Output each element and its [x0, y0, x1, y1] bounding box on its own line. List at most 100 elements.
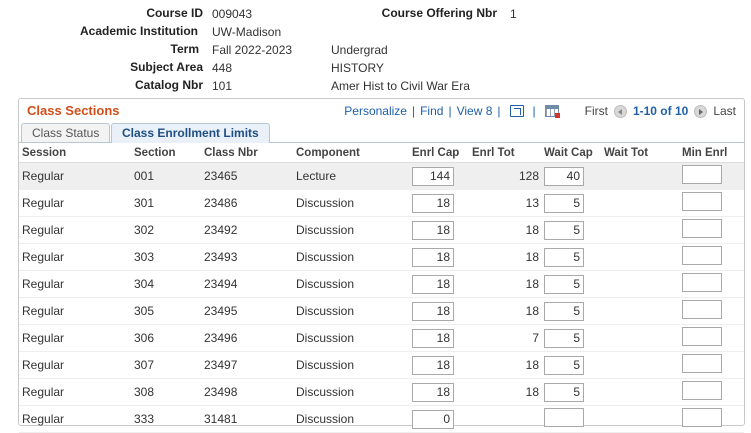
min-enrl-input[interactable] — [682, 327, 722, 346]
download-icon[interactable] — [509, 105, 524, 117]
enrl-cap-cell: 0 — [409, 405, 469, 433]
wait-cap-cell: 5 — [541, 243, 601, 271]
session-cell-text: Regular — [22, 412, 65, 426]
wait-cap-input[interactable]: 5 — [544, 328, 584, 348]
enrl-cap-input[interactable]: 18 — [412, 355, 454, 375]
component-cell-text: Lecture — [296, 169, 337, 183]
col-enrl-tot[interactable]: Enrl Tot — [469, 144, 541, 163]
grid-navigation-bar: Personalize | Find | View 8 | | First 1-… — [344, 103, 736, 119]
last-link[interactable]: Last — [713, 104, 736, 118]
wait-tot-cell — [601, 162, 679, 190]
enrl-cap-cell: 18 — [409, 189, 469, 217]
enrl-tot-cell-text: 18 — [525, 385, 539, 399]
component-cell: Discussion — [293, 189, 409, 217]
wait-cap-cell: 5 — [541, 351, 601, 379]
wait-cap-input[interactable]: 5 — [544, 220, 584, 240]
min-enrl-input[interactable] — [682, 165, 722, 184]
tab-class-enrollment-limits[interactable]: Class Enrollment Limits — [111, 123, 270, 143]
table-row: Regular 302 23492 Discussion 18 18 5 — [19, 216, 744, 244]
min-enrl-input[interactable] — [682, 300, 722, 319]
class-nbr-cell-text: 23498 — [204, 385, 238, 399]
first-link[interactable]: First — [585, 104, 608, 118]
separator: | — [448, 104, 452, 118]
table-row: Regular 303 23493 Discussion 18 18 5 — [19, 243, 744, 271]
enrl-tot-cell-text: 18 — [525, 277, 539, 291]
view-all-link[interactable]: View 8 — [457, 104, 493, 118]
tab-class-status[interactable]: Class Status — [21, 123, 111, 142]
min-enrl-input[interactable] — [682, 354, 722, 373]
section-cell-text: 306 — [134, 331, 155, 345]
section-cell: 301 — [131, 189, 201, 217]
min-enrl-cell — [679, 270, 744, 298]
wait-cap-input[interactable]: 5 — [544, 355, 584, 375]
wait-cap-input[interactable]: 40 — [544, 166, 584, 186]
wait-tot-cell — [601, 324, 679, 352]
enrl-tot-cell-text: 13 — [525, 196, 539, 210]
enrl-cap-input[interactable]: 0 — [412, 409, 454, 429]
wait-tot-cell — [601, 189, 679, 217]
col-class-nbr[interactable]: Class Nbr — [201, 144, 293, 163]
wait-cap-input[interactable]: 5 — [544, 382, 584, 402]
enrl-cap-input[interactable]: 18 — [412, 382, 454, 402]
enrl-cap-input[interactable]: 18 — [412, 328, 454, 348]
section-cell-text: 308 — [134, 385, 155, 399]
min-enrl-input[interactable] — [682, 273, 722, 292]
min-enrl-input[interactable] — [682, 408, 722, 427]
find-link[interactable]: Find — [420, 104, 443, 118]
wait-cap-input[interactable]: 5 — [544, 301, 584, 321]
wait-cap-input[interactable]: 5 — [544, 193, 584, 213]
enrl-tot-cell: 7 — [469, 324, 541, 352]
table-row: Regular 306 23496 Discussion 18 7 5 — [19, 324, 744, 352]
component-cell-text: Discussion — [296, 196, 355, 210]
enrl-cap-input[interactable]: 18 — [412, 247, 454, 267]
section-cell: 305 — [131, 297, 201, 325]
min-enrl-input[interactable] — [682, 246, 722, 265]
table-row: Regular 001 23465 Lecture 144 128 40 — [19, 162, 744, 190]
grid-title: Class Sections — [27, 103, 120, 118]
component-cell: Discussion — [293, 378, 409, 406]
enrl-cap-input[interactable]: 18 — [412, 301, 454, 321]
section-cell-text: 305 — [134, 304, 155, 318]
min-enrl-input[interactable] — [682, 381, 722, 400]
table-row: Regular 305 23495 Discussion 18 18 5 — [19, 297, 744, 325]
personalize-link[interactable]: Personalize — [344, 104, 407, 118]
col-section[interactable]: Section — [131, 144, 201, 163]
next-arrow-icon[interactable] — [694, 104, 708, 118]
class-nbr-cell: 23497 — [201, 351, 293, 379]
wait-cap-cell: 5 — [541, 297, 601, 325]
wait-cap-cell: 5 — [541, 324, 601, 352]
col-wait-tot[interactable]: Wait Tot — [601, 144, 679, 163]
min-enrl-input[interactable] — [682, 219, 722, 238]
component-cell: Discussion — [293, 216, 409, 244]
class-nbr-cell-text: 23493 — [204, 250, 238, 264]
min-enrl-cell — [679, 162, 744, 190]
col-wait-cap[interactable]: Wait Cap — [541, 144, 601, 163]
component-cell-text: Discussion — [296, 304, 355, 318]
enrl-cap-input[interactable]: 18 — [412, 274, 454, 294]
prev-arrow-icon[interactable] — [613, 104, 627, 118]
component-cell-text: Discussion — [296, 358, 355, 372]
section-cell: 307 — [131, 351, 201, 379]
session-cell-text: Regular — [22, 277, 65, 291]
col-component[interactable]: Component — [293, 144, 409, 163]
class-nbr-cell: 23492 — [201, 216, 293, 244]
enrl-cap-input[interactable]: 18 — [412, 220, 454, 240]
enrl-cap-input[interactable]: 18 — [412, 193, 454, 213]
term-label: Term — [170, 42, 199, 56]
col-enrl-cap[interactable]: Enrl Cap — [409, 144, 469, 163]
col-session[interactable]: Session — [19, 144, 131, 163]
enrl-tot-cell: 18 — [469, 270, 541, 298]
enrl-cap-cell: 18 — [409, 324, 469, 352]
wait-cap-input[interactable] — [544, 408, 584, 427]
section-cell: 306 — [131, 324, 201, 352]
spreadsheet-icon[interactable] — [544, 105, 560, 118]
col-min-enrl[interactable]: Min Enrl — [679, 144, 744, 163]
wait-cap-input[interactable]: 5 — [544, 247, 584, 267]
wait-cap-input[interactable]: 5 — [544, 274, 584, 294]
component-cell: Discussion — [293, 270, 409, 298]
enrl-cap-input[interactable]: 144 — [412, 166, 454, 186]
min-enrl-input[interactable] — [682, 192, 722, 211]
enrl-tot-cell: 18 — [469, 297, 541, 325]
enrl-cap-cell: 18 — [409, 297, 469, 325]
section-cell-text: 302 — [134, 223, 155, 237]
